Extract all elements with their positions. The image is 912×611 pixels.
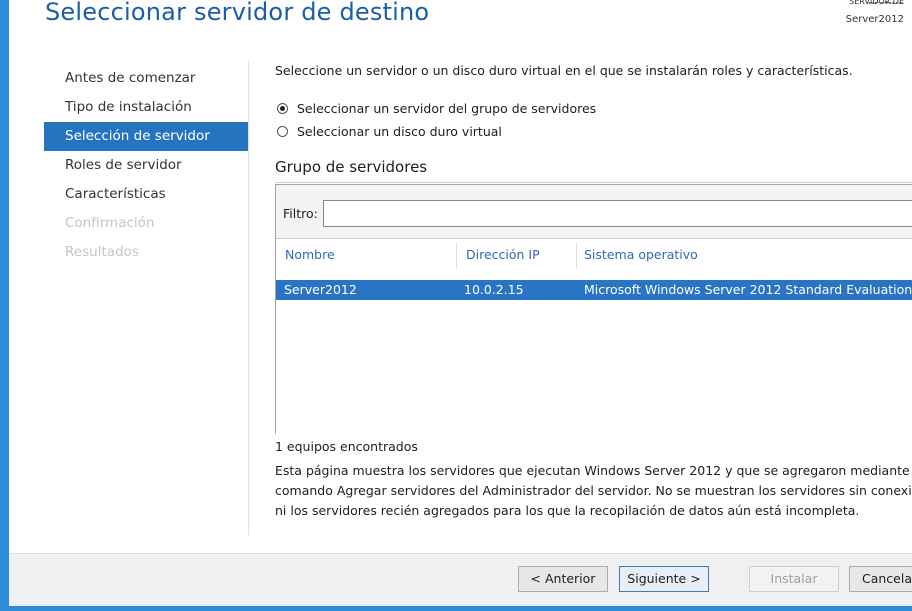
server-pool-heading: Grupo de servidores bbox=[275, 158, 428, 176]
radio-label-server-pool: Seleccionar un servidor del grupo de ser… bbox=[297, 100, 597, 116]
radio-button-checked[interactable] bbox=[277, 102, 288, 114]
description-text: Esta página muestra los servidores que e… bbox=[275, 461, 912, 521]
radio-option-virtual-disk[interactable]: Seleccionar un disco duro virtual bbox=[277, 121, 502, 141]
next-button[interactable]: Siguiente > bbox=[619, 566, 709, 592]
cancel-button[interactable]: Cancelar bbox=[849, 566, 912, 592]
nav-step-antes-de-comenzar[interactable]: Antes de comenzar bbox=[44, 64, 249, 93]
nav-separator bbox=[248, 61, 249, 535]
cell-server-name: Server2012 bbox=[284, 282, 357, 297]
column-divider[interactable] bbox=[576, 242, 577, 269]
description-line: comando Agregar servidores del Administr… bbox=[275, 483, 912, 498]
window-left-border bbox=[0, 0, 9, 611]
table-row[interactable]: Server2012 10.0.2.15 Microsoft Windows S… bbox=[276, 280, 912, 300]
column-header-nombre[interactable]: Nombre bbox=[285, 247, 335, 262]
window-bottom-border bbox=[0, 606, 912, 611]
heading-underline bbox=[275, 182, 912, 183]
page-title: Seleccionar servidor de destino bbox=[45, 0, 430, 26]
install-button: Instalar bbox=[749, 566, 839, 592]
nav-step-resultados: Resultados bbox=[65, 244, 139, 260]
table-header: Nombre Dirección IP Sistema operativo bbox=[276, 239, 912, 272]
cell-operating-system: Microsoft Windows Server 2012 Standard E… bbox=[584, 282, 912, 297]
found-count-text: 1 equipos encontrados bbox=[275, 439, 418, 454]
column-divider[interactable] bbox=[456, 242, 457, 269]
description-line: ni los servidores recién agregados para … bbox=[275, 503, 860, 518]
nav-step-roles-de-servidor[interactable]: Roles de servidor bbox=[44, 151, 249, 180]
wizard-steps-nav: Antes de comenzar Tipo de instalación Se… bbox=[44, 64, 249, 267]
nav-step-tipo-de-instalacion[interactable]: Tipo de instalación bbox=[44, 93, 249, 122]
destination-server-label: SERVIDOR DE DESTINO bbox=[834, 0, 904, 4]
nav-step-confirmacion: Confirmación bbox=[65, 215, 155, 231]
column-header-direccion-ip[interactable]: Dirección IP bbox=[466, 247, 540, 262]
radio-label-virtual-disk: Seleccionar un disco duro virtual bbox=[297, 123, 502, 139]
destination-server-name: Server2012 bbox=[845, 14, 904, 25]
description-line: Esta página muestra los servidores que e… bbox=[275, 463, 912, 478]
destination-server-info: SERVIDOR DE DESTINO Server2012 bbox=[834, 0, 904, 30]
nav-step-seleccion-de-servidor[interactable]: Selección de servidor bbox=[44, 122, 249, 151]
previous-button[interactable]: < Anterior bbox=[518, 566, 608, 592]
cell-ip-address: 10.0.2.15 bbox=[464, 282, 524, 297]
filter-input[interactable] bbox=[323, 200, 912, 227]
filter-label: Filtro: bbox=[283, 206, 318, 221]
nav-step-caracteristicas[interactable]: Características bbox=[44, 180, 249, 209]
instruction-text: Seleccione un servidor o un disco duro v… bbox=[275, 63, 853, 78]
server-table: Nombre Dirección IP Sistema operativo Se… bbox=[276, 238, 912, 434]
column-header-sistema-operativo[interactable]: Sistema operativo bbox=[584, 247, 698, 262]
radio-option-server-pool[interactable]: Seleccionar un servidor del grupo de ser… bbox=[277, 98, 596, 118]
radio-button-unchecked[interactable] bbox=[277, 125, 288, 137]
